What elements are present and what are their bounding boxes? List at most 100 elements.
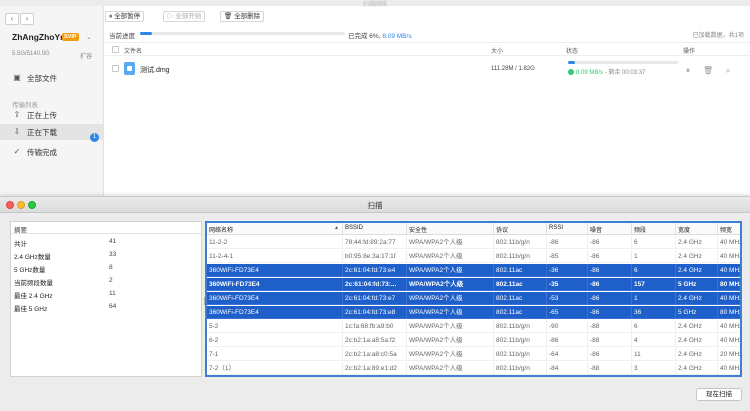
table-cell: 7-1 — [207, 348, 343, 361]
table-cell: 157 — [632, 278, 676, 291]
summary-value: 8 — [109, 264, 113, 271]
network-table[interactable]: 网络名称BSSID安全性协议RSSI噪音频段宽度频宽 11-2-278:44:f… — [205, 221, 742, 377]
table-cell: 40 MHz — [718, 292, 740, 305]
table-row[interactable]: 7-2（1） 2c:b2:1a:89:e1:d2 WPA/WPA2个人级 802.11… — [207, 362, 740, 375]
summary-row: 共计 41 — [11, 235, 201, 248]
table-row[interactable]: 360WiFi-FD73E4 2c:61:04:fd:73:e4 WPA/WPA2个… — [207, 264, 740, 277]
table-cell: WPA/WPA2个人级 — [407, 236, 494, 249]
table-row[interactable]: 11-2-2 78:44:fd:89:2a:77 WPA/WPA2个人级 802.11… — [207, 236, 740, 249]
magnifier-icon[interactable]: ⌕ — [723, 66, 733, 76]
table-row[interactable]: 360WiFi-FD73E4 2c:61:04:fd:73:e7 WPA/WPA2个… — [207, 292, 740, 305]
table-cell: 11-2-2 — [207, 236, 343, 249]
column-header[interactable]: 频宽 — [718, 223, 740, 235]
table-row[interactable]: 360WiFi-FD73E4 2c:61:04:fd:73:... WPA/WPA2… — [207, 278, 740, 291]
back-arrow-icon[interactable]: ‹ — [5, 13, 19, 25]
table-cell: WPA/WPA2个人级 — [407, 320, 494, 333]
table-cell: WPA/WPA2个人级 — [407, 292, 494, 305]
trash-icon[interactable]: 🗑 — [703, 66, 713, 76]
column-header[interactable]: 安全性 — [407, 223, 494, 235]
scan-window: 扫描 摘要 共计 41 2.4 GHz数量 33 5 GHz数量 8 当前频段数量 2 最佳 2… — [0, 196, 750, 411]
start-all-button[interactable]: ▷ 全部开始 — [163, 11, 206, 22]
table-cell: WPA/WPA2个人级 — [407, 264, 494, 277]
overall-progress-bar — [140, 32, 345, 35]
table-row[interactable]: 5-2 1c:fa:68:fb:a9:b0 WPA/WPA2个人级 802.11b/g… — [207, 320, 740, 333]
sidebar-item-completed[interactable]: ✓ 传输完成 — [0, 144, 103, 160]
sidebar-item-all-files[interactable]: ▣ 全部文件 — [0, 70, 103, 86]
table-cell: 2c:61:04:fd:73:e7 — [343, 292, 407, 305]
column-header[interactable]: 协议 — [494, 223, 547, 235]
table-cell: 1c:fa:68:fb:a9:b0 — [343, 320, 407, 333]
table-cell: 2.4 GHz — [676, 334, 718, 347]
table-cell: 2.4 GHz — [676, 348, 718, 361]
table-cell: 78:44:fd:89:2a:77 — [343, 236, 407, 249]
column-header[interactable]: 噪音 — [588, 223, 632, 235]
pause-icon[interactable]: ⏸ — [683, 66, 693, 76]
table-cell: -86 — [588, 278, 632, 291]
table-cell: 7-2（1） — [207, 362, 343, 375]
delete-all-button[interactable]: 🗑 全部删除 — [220, 11, 265, 22]
progress-label: 当前进度 — [109, 33, 135, 40]
select-all-checkbox[interactable] — [112, 46, 119, 53]
column-header[interactable]: 频段 — [632, 223, 676, 235]
table-row[interactable]: 360WiFi-FD73E4 2c:61:04:fd:73:e8 WPA/WPA2个… — [207, 306, 740, 319]
sidebar-item-downloading[interactable]: ⇩ 正在下载 — [0, 124, 103, 140]
row-checkbox[interactable] — [112, 65, 119, 72]
table-row[interactable]: 8-234:ce:00:48:82:48WPA/WPA2个人级802.11b/g… — [207, 376, 742, 377]
rescan-button[interactable]: 现在扫描 — [696, 388, 742, 401]
sidebar-item-uploading[interactable]: ⇧ 正在上传 — [0, 107, 103, 123]
table-cell: -53 — [547, 292, 588, 305]
table-cell: WPA/WPA2个人级 — [407, 250, 494, 263]
table-cell: -88 — [588, 320, 632, 333]
file-status: 8.09 MB/s - 剩余 00:03:37 — [568, 67, 645, 76]
storage-usage: 5.5G/5140.0G — [12, 51, 50, 57]
table-cell: 360WiFi-FD73E4 — [207, 306, 343, 319]
table-cell: 8-2 — [207, 376, 343, 377]
table-row[interactable]: 11-2-4-1 b0:95:8e:3a:17:1f WPA/WPA2个人级 802.… — [207, 250, 740, 263]
table-cell: 2.4 GHz — [676, 320, 718, 333]
table-cell: 6 — [632, 320, 676, 333]
vip-badge: SVIP — [62, 33, 79, 41]
loaded-status: 已加载数据，共1项 — [692, 33, 744, 39]
table-cell: -86 — [588, 264, 632, 277]
table-cell: 802.11b/g/n — [494, 320, 547, 333]
column-header[interactable]: RSSI — [547, 223, 588, 235]
table-cell: -36 — [547, 264, 588, 277]
pause-all-button[interactable]: ⏸ 全部暂停 — [105, 11, 145, 22]
column-status[interactable]: 状态 — [566, 46, 578, 55]
table-cell: WPA/WPA2个人级 — [407, 334, 494, 347]
table-cell: 802.11ac — [494, 264, 547, 277]
overall-progress-fill — [140, 32, 153, 35]
column-name[interactable]: 文件名 — [124, 46, 142, 55]
chevron-down-icon[interactable]: ⌄ — [86, 33, 92, 41]
check-circle-icon: ✓ — [13, 147, 21, 156]
table-cell: 5 GHz — [676, 278, 718, 291]
column-size[interactable]: 大小 — [491, 46, 503, 55]
sidebar: ‹ › ZhAngZhoYn SVIP ⌄ 5.5G/5140.0G 扩容 ▣ … — [0, 6, 104, 200]
forward-arrow-icon[interactable]: › — [20, 13, 34, 25]
table-cell: -86 — [588, 250, 632, 263]
files-icon: ▣ — [13, 73, 21, 82]
table-cell: -86 — [588, 348, 632, 361]
sidebar-item-label: 正在上传 — [27, 111, 57, 120]
column-actions: 操作 — [683, 49, 696, 55]
column-header[interactable]: BSSID — [343, 223, 407, 235]
user-name[interactable]: ZhAngZhoYn — [12, 32, 65, 42]
network-table-header: 网络名称BSSID安全性协议RSSI噪音频段宽度频宽 — [207, 223, 740, 235]
table-cell: WPA/WPA2个人级 — [407, 306, 494, 319]
table-cell: 360WiFi-FD73E4 — [207, 278, 343, 291]
column-header[interactable]: 宽度 — [676, 223, 718, 235]
table-cell: -86 — [547, 334, 588, 347]
summary-row: 2.4 GHz数量 33 — [11, 248, 201, 261]
table-row[interactable]: 测试.dmg 111.28M / 1.82G 8.09 MB/s - 剩余 00… — [105, 57, 750, 87]
table-row[interactable]: 6-2 2c:b2:1a:a8:5a:f2 WPA/WPA2个人级 802.11b/g… — [207, 334, 740, 347]
column-header[interactable]: 网络名称 — [207, 223, 343, 235]
expand-storage-link[interactable]: 扩容 — [80, 51, 92, 60]
table-cell: 802.11b/g/n — [494, 250, 547, 263]
table-row[interactable]: 7-1 2c:b2:1a:a8:c0:5a WPA/WPA2个人级 802.11b/g… — [207, 348, 740, 361]
table-cell: 802.11b/g/n — [494, 348, 547, 361]
table-cell: 2c:61:04:fd:73:... — [343, 278, 407, 291]
file-name: 测试.dmg — [140, 67, 170, 74]
summary-value: 11 — [109, 290, 116, 297]
table-cell: 11-2-4-1 — [207, 250, 343, 263]
table-cell: -86 — [588, 236, 632, 249]
